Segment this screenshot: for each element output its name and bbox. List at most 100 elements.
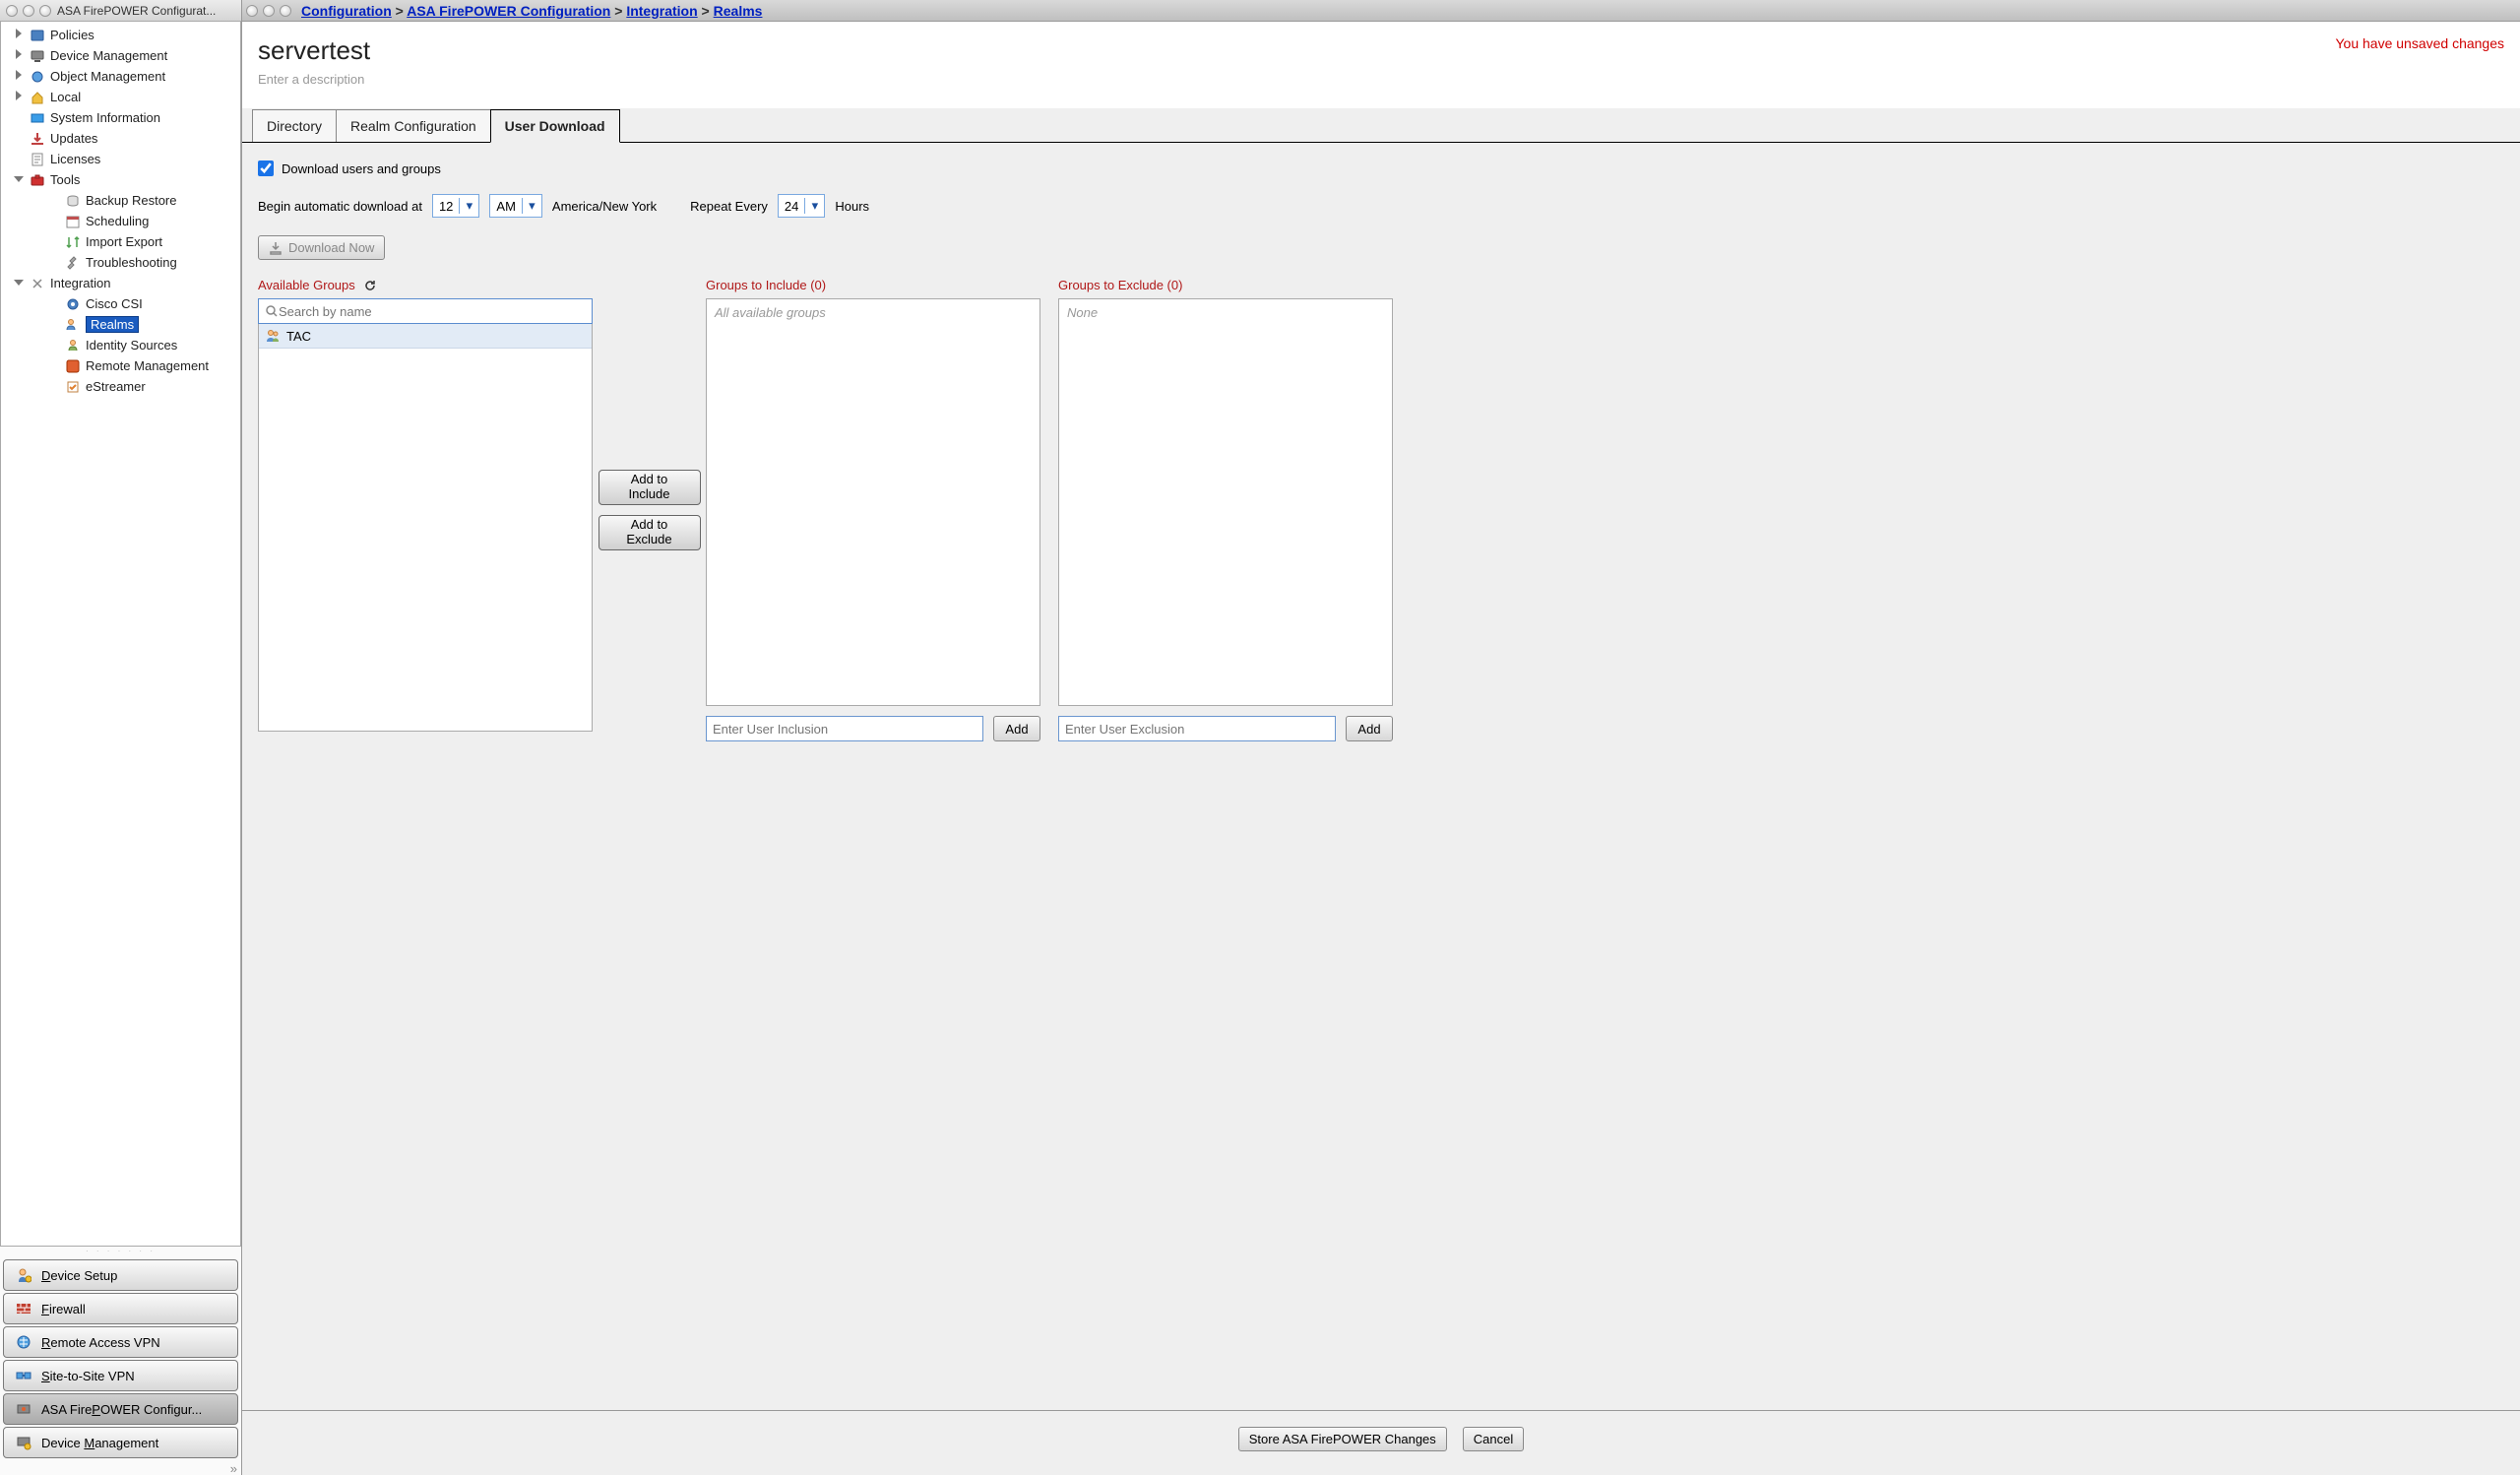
close-dot-icon[interactable] (6, 5, 18, 17)
bottom-nav-firewall[interactable]: Firewall (3, 1293, 238, 1324)
close-dot-icon[interactable] (246, 5, 258, 17)
refresh-icon[interactable] (363, 279, 377, 292)
bottom-nav-device-management[interactable]: Device Management (3, 1427, 238, 1458)
tree-item-backup-restore[interactable]: Backup Restore (1, 190, 240, 211)
tab-directory[interactable]: Directory (252, 109, 337, 142)
timezone-label: America/New York (552, 199, 657, 214)
bottom-nav-remote-access-vpn[interactable]: Remote Access VPN (3, 1326, 238, 1358)
bottom-nav-asa-firepower-configur-[interactable]: ASA FirePOWER Configur... (3, 1393, 238, 1425)
ampm-select[interactable]: AM▾ (489, 194, 542, 218)
firewall-icon (12, 1297, 35, 1320)
group-item[interactable]: TAC (259, 324, 592, 349)
disclosure-open-icon[interactable] (13, 278, 25, 289)
disclosure-closed-icon[interactable] (13, 49, 25, 62)
tree-item-label: Remote Management (86, 358, 209, 373)
include-groups-list[interactable]: All available groups (706, 298, 1040, 706)
bottom-nav-label: Remote Access VPN (41, 1335, 160, 1350)
local-icon (29, 90, 46, 105)
add-to-exclude-button[interactable]: Add to Exclude (598, 515, 701, 550)
tree-item-label: Troubleshooting (86, 255, 177, 270)
user-exclusion-input[interactable] (1058, 716, 1336, 741)
zoom-dot-icon[interactable] (39, 5, 51, 17)
download-icon (269, 241, 283, 255)
tree-item-label: System Information (50, 110, 160, 125)
disclosure-open-icon[interactable] (13, 174, 25, 185)
group-search-input[interactable] (279, 304, 586, 319)
tabs: DirectoryRealm ConfigurationUser Downloa… (242, 108, 2520, 143)
store-changes-button[interactable]: Store ASA FirePOWER Changes (1238, 1427, 1447, 1451)
breadcrumb-link[interactable]: Realms (714, 3, 763, 19)
breadcrumb-separator: > (610, 3, 626, 19)
licenses-icon (29, 152, 46, 167)
disclosure-closed-icon[interactable] (13, 70, 25, 83)
trouble-icon (64, 255, 82, 271)
breadcrumb-separator: > (392, 3, 407, 19)
tab-realm-configuration[interactable]: Realm Configuration (336, 109, 491, 142)
bottom-nav-site-to-site-vpn[interactable]: Site-to-Site VPN (3, 1360, 238, 1391)
cancel-button[interactable]: Cancel (1463, 1427, 1524, 1451)
download-now-button[interactable]: Download Now (258, 235, 385, 260)
bottom-nav-label: Firewall (41, 1302, 86, 1316)
bottom-nav: Device Setup Firewall Remote Access VPN Sit… (0, 1256, 241, 1461)
tree-item-integration[interactable]: Integration (1, 273, 240, 293)
asafp-icon (12, 1397, 35, 1421)
breadcrumb-link[interactable]: Integration (626, 3, 697, 19)
group-search-box[interactable] (258, 298, 593, 324)
tree-item-remote-management[interactable]: Remote Management (1, 355, 240, 376)
disclosure-closed-icon[interactable] (13, 91, 25, 103)
add-exclusion-button[interactable]: Add (1346, 716, 1393, 741)
sched-icon (64, 214, 82, 229)
tree-item-tools[interactable]: Tools (1, 169, 240, 190)
tree-item-label: Policies (50, 28, 94, 42)
collapse-handle-icon[interactable]: » (0, 1461, 241, 1475)
tree-item-licenses[interactable]: Licenses (1, 149, 240, 169)
add-to-include-button[interactable]: Add to Include (598, 470, 701, 505)
tree-item-local[interactable]: Local (1, 87, 240, 107)
tree-item-object-management[interactable]: Object Management (1, 66, 240, 87)
tree-item-device-management[interactable]: Device Management (1, 45, 240, 66)
breadcrumb-link[interactable]: Configuration (301, 3, 392, 19)
sidebar-titlebar: ASA FirePOWER Configurat... (0, 0, 241, 22)
minimize-dot-icon[interactable] (263, 5, 275, 17)
tab-user-download[interactable]: User Download (490, 109, 620, 143)
tree-item-label: Updates (50, 131, 97, 146)
tree-item-system-information[interactable]: System Information (1, 107, 240, 128)
csi-icon (64, 296, 82, 312)
tree-item-policies[interactable]: Policies (1, 25, 240, 45)
minimize-dot-icon[interactable] (23, 5, 34, 17)
tree-item-estreamer[interactable]: eStreamer (1, 376, 240, 397)
tree-item-realms[interactable]: Realms (1, 314, 240, 335)
identity-icon (64, 338, 82, 353)
tree-item-troubleshooting[interactable]: Troubleshooting (1, 252, 240, 273)
updates-icon (29, 131, 46, 147)
disclosure-closed-icon[interactable] (13, 29, 25, 41)
tree-item-label: Local (50, 90, 81, 104)
tree-item-label: Scheduling (86, 214, 149, 228)
download-users-label: Download users and groups (282, 161, 441, 176)
tree-item-updates[interactable]: Updates (1, 128, 240, 149)
device-icon (29, 48, 46, 64)
zoom-dot-icon[interactable] (280, 5, 291, 17)
exclude-groups-list[interactable]: None (1058, 298, 1393, 706)
bottom-nav-device-setup[interactable]: Device Setup (3, 1259, 238, 1291)
tree-item-identity-sources[interactable]: Identity Sources (1, 335, 240, 355)
bottom-nav-label: ASA FirePOWER Configur... (41, 1402, 202, 1417)
bottom-nav-label: Device Management (41, 1436, 158, 1450)
hour-select[interactable]: 12▾ (432, 194, 479, 218)
download-users-checkbox[interactable] (258, 160, 274, 176)
breadcrumb-link[interactable]: ASA FirePOWER Configuration (407, 3, 610, 19)
user-inclusion-input[interactable] (706, 716, 983, 741)
repeat-select[interactable]: 24▾ (778, 194, 825, 218)
available-groups-list[interactable]: TAC (258, 324, 593, 732)
group-label: TAC (286, 329, 311, 344)
search-icon (265, 304, 279, 318)
split-handle[interactable]: · · · · · · · (0, 1247, 241, 1256)
s2svpn-icon (12, 1364, 35, 1387)
tree-item-scheduling[interactable]: Scheduling (1, 211, 240, 231)
sidebar-traffic-lights (6, 5, 51, 17)
devsetup-icon (12, 1263, 35, 1287)
tree-item-import-export[interactable]: Import Export (1, 231, 240, 252)
description-placeholder[interactable]: Enter a description (258, 72, 370, 87)
add-inclusion-button[interactable]: Add (993, 716, 1040, 741)
tree-item-cisco-csi[interactable]: Cisco CSI (1, 293, 240, 314)
